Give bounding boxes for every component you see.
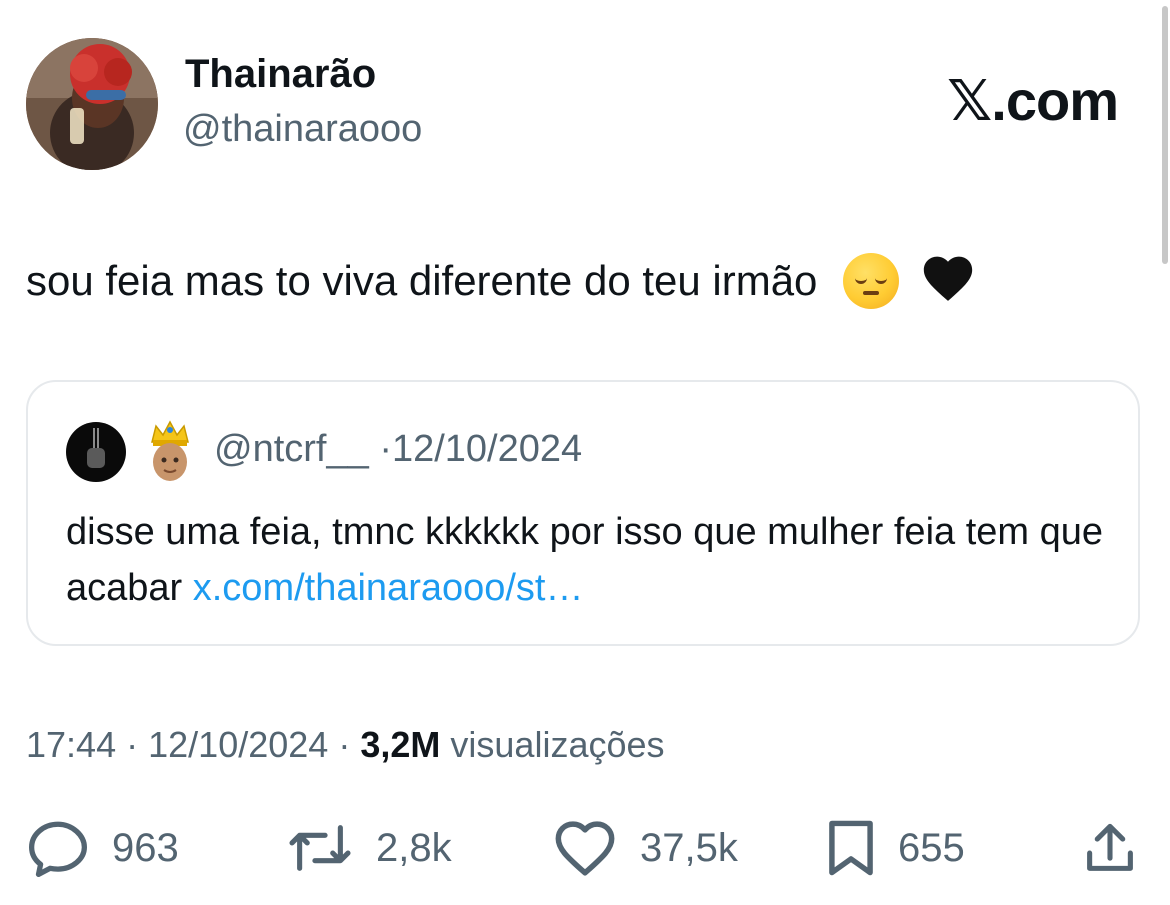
share-button[interactable] — [1084, 818, 1136, 878]
reply-button[interactable]: 963 — [26, 818, 179, 878]
author-display-name[interactable]: Thainarão — [185, 52, 376, 97]
reply-icon — [26, 819, 90, 877]
repost-icon — [286, 820, 354, 876]
quoted-tweet-card[interactable]: @ntcrf__ ·12/10/2024 disse uma feia, tmn… — [26, 380, 1140, 646]
x-com-logo: 𝕏.com — [947, 69, 1119, 132]
meta-separator: · — [126, 724, 139, 765]
quoted-tweet-date[interactable]: 12/10/2024 — [392, 428, 582, 470]
bookmark-button[interactable]: 655 — [826, 818, 965, 878]
quoted-author-avatar[interactable] — [66, 422, 126, 482]
bookmark-count: 655 — [898, 825, 965, 870]
tweet-date[interactable]: 12/10/2024 — [148, 724, 328, 765]
meta-separator: · — [379, 428, 392, 470]
scrollbar[interactable] — [1162, 6, 1168, 264]
pensive-face-icon — [843, 253, 900, 309]
like-count: 37,5k — [640, 825, 738, 870]
quoted-tweet-text: disse uma feia, tmnc kkkkkk por isso que… — [66, 504, 1106, 616]
author-avatar[interactable] — [26, 38, 158, 170]
black-heart-icon — [919, 249, 977, 313]
author-handle[interactable]: @thainaraooo — [183, 108, 422, 151]
views-count: 3,2M — [360, 724, 441, 765]
repost-button[interactable]: 2,8k — [286, 818, 452, 878]
tweet-actions-bar: 963 2,8k 37,5k 655 — [0, 818, 1170, 878]
share-icon — [1084, 820, 1136, 876]
tweet-metadata: 17:44 · 12/10/2024 · 3,2M visualizações — [26, 724, 665, 766]
bookmark-icon — [826, 818, 876, 878]
quoted-author-handle[interactable]: @ntcrf__ — [214, 428, 369, 470]
tweet-time[interactable]: 17:44 — [26, 724, 116, 765]
quoted-tweet-meta: @ntcrf__ ·12/10/2024 — [214, 428, 582, 471]
quoted-tweet-link[interactable]: x.com/thainaraooo/st… — [193, 567, 584, 609]
tweet-text: sou feia mas to viva diferente do teu ir… — [26, 252, 977, 316]
views-label: visualizações — [450, 724, 665, 765]
heart-icon — [552, 819, 618, 877]
tweet-text-content: sou feia mas to viva diferente do teu ir… — [26, 257, 818, 305]
meta-separator: · — [338, 724, 351, 765]
prince-emoji-icon — [148, 420, 192, 489]
like-button[interactable]: 37,5k — [552, 818, 738, 878]
reply-count: 963 — [112, 825, 179, 870]
repost-count: 2,8k — [376, 825, 452, 870]
